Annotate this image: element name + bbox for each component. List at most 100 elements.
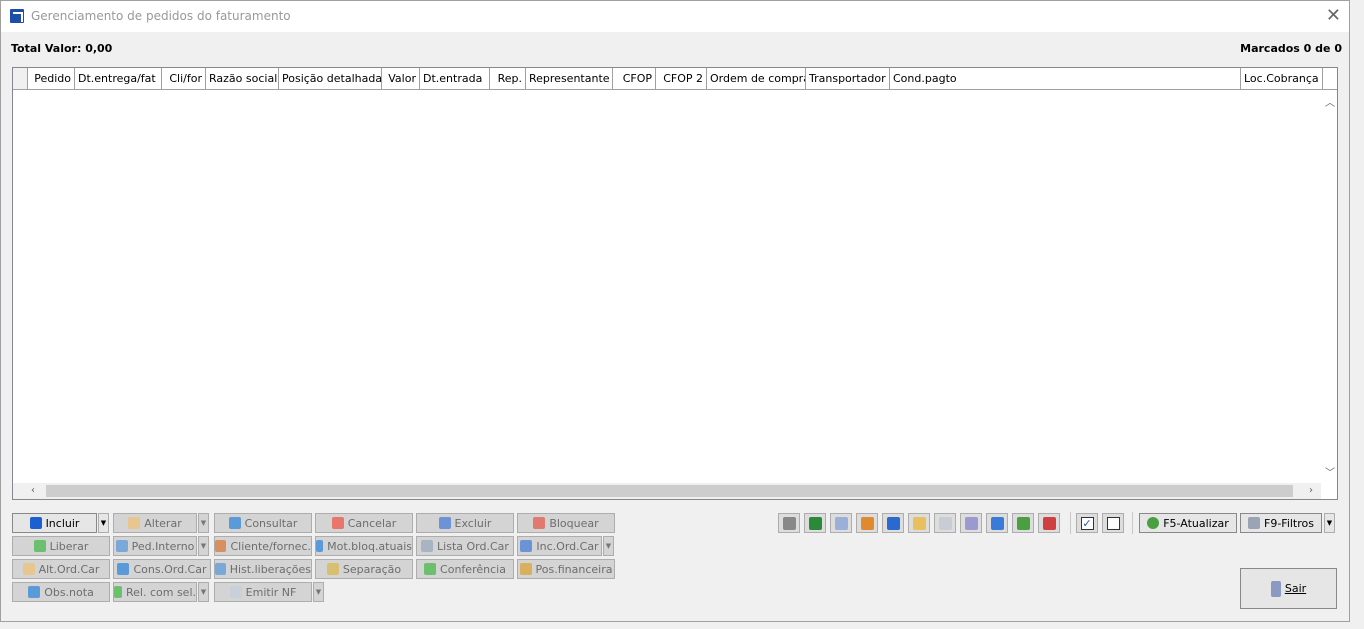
search-doc-icon (117, 563, 130, 575)
orders-grid[interactable]: Pedido Dt.entrega/fat Cli/for Razão social P… (12, 67, 1338, 500)
list-icon (990, 516, 1004, 530)
alterar-button[interactable]: Alterar (113, 513, 197, 533)
inc-ord-car-button[interactable]: Inc.Ord.Car (517, 536, 602, 556)
main-window: Gerenciamento de pedidos do faturamento … (0, 0, 1350, 622)
column-header[interactable]: Representante (526, 68, 613, 89)
scroll-thumb[interactable] (46, 485, 1293, 497)
column-header[interactable]: Rep. (490, 68, 526, 89)
palette-button[interactable] (908, 513, 930, 533)
column-header[interactable] (13, 68, 28, 89)
sort-icon (886, 516, 900, 530)
person-icon (215, 540, 227, 552)
palette-icon (912, 516, 926, 530)
button-label: Cliente/fornec. (230, 539, 311, 553)
vertical-scrollbar[interactable]: ︿ ﹀ (1321, 90, 1337, 483)
ped-interno-button[interactable]: Ped.Interno (113, 536, 197, 556)
column-header[interactable]: CFOP (613, 68, 656, 89)
dropdown-arrow-icon[interactable]: ▼ (198, 582, 209, 602)
button-label: Cons.Ord.Car (133, 562, 207, 576)
horizontal-scrollbar[interactable]: ‹ › (13, 483, 1321, 499)
scroll-left-icon[interactable]: ‹ (31, 485, 35, 496)
dropdown-arrow-icon[interactable]: ▼ (98, 513, 109, 533)
edit-icon (128, 517, 141, 529)
column-header[interactable]: Dt.entrega/fat (75, 68, 162, 89)
column-header[interactable]: Cli/for (162, 68, 206, 89)
column-header[interactable]: Posição detalhada (279, 68, 382, 89)
download-icon (1016, 516, 1030, 530)
eraser-button[interactable] (934, 513, 956, 533)
cliente-fornec-button[interactable]: Cliente/fornec. (214, 536, 312, 556)
alt-ord-car-button[interactable]: Alt.Ord.Car (12, 559, 110, 579)
column-header[interactable]: CFOP 2 (656, 68, 707, 89)
dropdown-arrow-icon[interactable]: ▼ (313, 582, 324, 602)
download-button[interactable] (1012, 513, 1034, 533)
checklist-button[interactable] (1038, 513, 1060, 533)
uncheck-all-button[interactable] (1102, 513, 1124, 533)
binoculars-button[interactable] (778, 513, 800, 533)
button-label: Lista Ord.Car (437, 539, 509, 553)
lista-ord-car-button[interactable]: Lista Ord.Car (416, 536, 514, 556)
cancelar-button[interactable]: Cancelar (315, 513, 413, 533)
separation-icon (326, 563, 339, 575)
column-header[interactable]: Razão social (206, 68, 279, 89)
edit-icon (22, 563, 35, 575)
plus-icon (520, 540, 533, 552)
app-icon (10, 9, 24, 23)
sort-button[interactable] (882, 513, 904, 533)
hist-libera-es-button[interactable]: Hist.liberações (214, 559, 312, 579)
exit-button[interactable]: Sair (1240, 568, 1337, 609)
button-label: Alt.Ord.Car (38, 562, 100, 576)
confer-ncia-button[interactable]: Conferência (416, 559, 514, 579)
excel-button[interactable] (804, 513, 826, 533)
gear-button[interactable] (960, 513, 982, 533)
dropdown-arrow-icon[interactable]: ▼ (198, 513, 209, 533)
table-export-button[interactable] (856, 513, 878, 533)
cons-ord-car-button[interactable]: Cons.Ord.Car (113, 559, 211, 579)
separator (1070, 512, 1071, 534)
column-header[interactable]: Valor (382, 68, 420, 89)
separa-o-button[interactable]: Separação (315, 559, 413, 579)
close-button[interactable]: ✕ (1326, 5, 1341, 26)
table-export-icon (860, 516, 874, 530)
filters-button[interactable]: F9-Filtros (1240, 513, 1322, 533)
grid-header: Pedido Dt.entrega/fat Cli/for Razão social P… (13, 68, 1337, 90)
dropdown-arrow-icon[interactable]: ▼ (198, 536, 209, 556)
excel-icon (808, 516, 822, 530)
obs-nota-button[interactable]: Obs.nota (12, 582, 110, 602)
scroll-up-icon[interactable]: ︿ (1325, 94, 1335, 109)
button-label: Obs.nota (44, 585, 94, 599)
excluir-button[interactable]: Excluir (416, 513, 514, 533)
pos-financeira-button[interactable]: Pos.financeira (517, 559, 615, 579)
chart-icon (114, 586, 122, 598)
rel-com-sel-button[interactable]: Rel. com sel. (113, 582, 197, 602)
column-header[interactable]: Transportador (806, 68, 890, 89)
scroll-right-icon[interactable]: › (1309, 485, 1313, 496)
funnel-icon (1248, 517, 1260, 529)
liberar-button[interactable]: Liberar (12, 536, 110, 556)
mot-bloq-atuais-button[interactable]: Mot.bloq.atuais (315, 536, 413, 556)
search-doc-icon (316, 540, 324, 552)
column-header[interactable]: Loc.Cobrança (1241, 68, 1323, 89)
emitir-nf-button[interactable]: Emitir NF (214, 582, 312, 602)
exit-label: Sair (1284, 582, 1307, 595)
bloquear-button[interactable]: Bloquear (517, 513, 615, 533)
column-header[interactable]: Pedido (28, 68, 75, 89)
gear-icon (964, 516, 978, 530)
column-header[interactable]: Dt.entrada (420, 68, 490, 89)
button-label: Conferência (440, 562, 506, 576)
column-header[interactable]: Ordem de compra (707, 68, 806, 89)
filters-dropdown[interactable]: ▼ (1324, 513, 1335, 533)
refresh-button[interactable]: F5-Atualizar (1139, 513, 1237, 533)
separator (1132, 512, 1133, 534)
dropdown-arrow-icon[interactable]: ▼ (603, 536, 614, 556)
list-button[interactable] (986, 513, 1008, 533)
refresh-label: F5-Atualizar (1163, 516, 1229, 530)
button-label: Alterar (144, 516, 182, 530)
check-all-button[interactable]: ✓ (1076, 513, 1098, 533)
scroll-down-icon[interactable]: ﹀ (1325, 464, 1335, 479)
column-header[interactable]: Cond.pagto (890, 68, 1241, 89)
refresh-icon (1147, 517, 1160, 529)
incluir-button[interactable]: Incluir (12, 513, 97, 533)
document-button[interactable] (830, 513, 852, 533)
consultar-button[interactable]: Consultar (214, 513, 312, 533)
